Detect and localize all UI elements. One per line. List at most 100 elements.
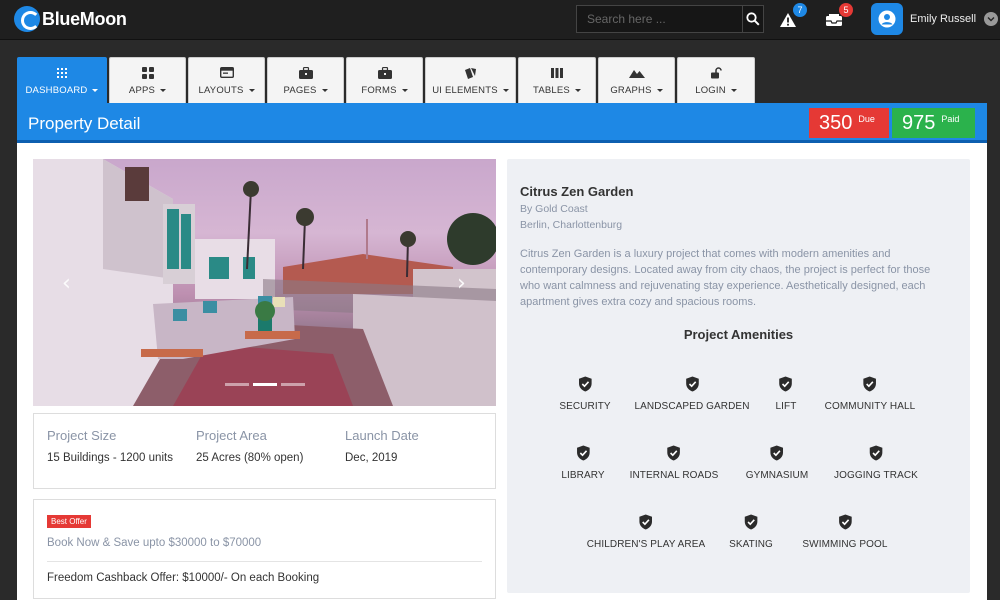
shield-icon [578, 376, 592, 392]
amenity-jogging-track: JOGGING TRACK [834, 445, 918, 481]
tab-layouts[interactable]: LAYOUTS [188, 57, 265, 103]
shield-icon [779, 376, 793, 392]
tab-label: PAGES [283, 84, 317, 96]
tab-label: LAYOUTS [198, 84, 244, 96]
tab-login[interactable]: LOGIN [677, 57, 755, 103]
page-header: Property Detail 350 Due 975 Paid [17, 103, 987, 143]
amenity-label: LIBRARY [561, 470, 605, 481]
divider [47, 561, 482, 562]
fact-value: 25 Acres (80% open) [196, 452, 304, 464]
tab-ui-elements[interactable]: UI ELEMENTS [425, 57, 516, 103]
grid-icon [57, 66, 67, 80]
paid-value: 975 [902, 112, 936, 134]
alerts-button[interactable]: 7 [777, 3, 807, 31]
paid-stat: 975 Paid [892, 108, 975, 138]
shield-icon [639, 514, 653, 530]
mountain-icon [628, 66, 645, 80]
amenity-library: LIBRARY [561, 445, 605, 481]
shield-icon [869, 445, 883, 461]
amenity-label: SKATING [729, 539, 773, 550]
top-bar: BlueMoon 7 5 Emily Russell [0, 0, 1000, 40]
brand-name: BlueMoon [42, 8, 127, 29]
caret-down-icon [92, 88, 99, 92]
property-photo [33, 159, 496, 406]
amenity-label: INTERNAL ROADS [629, 470, 719, 481]
shapes-icon [464, 66, 478, 80]
due-label: Due [858, 114, 875, 124]
fact-project-size: Project Size 15 Buildings - 1200 units [47, 428, 173, 464]
tab-graphs[interactable]: GRAPHS [598, 57, 675, 103]
due-stat: 350 Due [809, 108, 889, 138]
messages-count-badge: 5 [839, 3, 853, 17]
amenity-label: CHILDREN'S PLAY AREA [586, 539, 706, 550]
carousel-prev-icon[interactable]: ‹ [62, 271, 71, 296]
amenity-label: JOGGING TRACK [834, 470, 918, 481]
amenities-title: Project Amenities [683, 327, 794, 342]
shield-icon [770, 445, 784, 461]
caret-down-icon [656, 88, 663, 92]
amenity-skating: SKATING [729, 514, 773, 550]
carousel-indicator[interactable] [281, 383, 305, 386]
content-panel: ‹ › Project Size 15 Buildings - 1200 uni… [17, 143, 987, 600]
fact-project-area: Project Area 25 Acres (80% open) [196, 428, 303, 464]
search-icon [746, 12, 760, 26]
tab-pages[interactable]: PAGES [267, 57, 344, 103]
briefcase-icon [377, 66, 392, 80]
project-facts: Project Size 15 Buildings - 1200 units P… [33, 413, 496, 489]
amenity-security: SECURITY [559, 376, 611, 412]
search-button[interactable] [742, 6, 763, 32]
property-name: Citrus Zen Garden [520, 184, 634, 199]
amenity-internal-roads: INTERNAL ROADS [630, 445, 719, 481]
fact-value: Dec, 2019 [345, 452, 398, 464]
amenity-label: LIFT [775, 401, 797, 412]
search-input[interactable] [577, 6, 742, 32]
apps-icon [141, 66, 154, 80]
carousel-indicators [225, 383, 309, 386]
due-value: 350 [819, 112, 853, 134]
chevron-down-icon[interactable] [984, 12, 999, 26]
shield-icon [667, 445, 681, 461]
carousel-indicator[interactable] [225, 383, 249, 386]
amenity-gymnasium: GYMNASIUM [746, 445, 809, 481]
search-box [576, 5, 764, 33]
user-name: Emily Russell [910, 13, 977, 25]
fact-label: Project Area [196, 428, 267, 443]
carousel-indicator-active[interactable] [253, 383, 277, 386]
tab-tables[interactable]: TABLES [518, 57, 596, 103]
messages-button[interactable]: 5 [823, 3, 853, 31]
property-detail-card: Citrus Zen Garden By Gold Coast Berlin, … [507, 159, 970, 593]
tab-label: GRAPHS [610, 84, 652, 96]
offer-card: Best Offer Book Now & Save upto $30000 t… [33, 499, 496, 599]
avatar [871, 3, 903, 35]
fact-launch-date: Launch Date Dec, 2019 [345, 428, 419, 464]
tab-dashboard[interactable]: DASHBOARD [17, 57, 107, 103]
property-image-carousel[interactable]: ‹ › [33, 159, 496, 406]
tab-label: DASHBOARD [25, 84, 88, 96]
amenity-landscaped-garden: LANDSCAPED GARDEN [634, 376, 749, 412]
shield-icon [576, 445, 590, 461]
tab-label: APPS [128, 84, 156, 96]
amenity-lift: LIFT [776, 376, 797, 412]
tab-apps[interactable]: APPS [109, 57, 186, 103]
amenity-community-hall: COMMUNITY HALL [825, 376, 916, 412]
tab-label: TABLES [533, 84, 570, 96]
brand-logo[interactable]: BlueMoon [14, 6, 127, 32]
moon-logo-icon [14, 6, 40, 32]
carousel-next-icon[interactable]: › [457, 271, 466, 296]
briefcase-icon [298, 66, 313, 80]
caret-down-icon [574, 88, 581, 92]
amenity-label: COMMUNITY HALL [824, 401, 916, 412]
main-nav: DASHBOARD APPS LAYOUTS PAGES FORMS UI EL… [17, 57, 757, 103]
amenity-swimming-pool: SWIMMING POOL [802, 514, 888, 550]
tab-forms[interactable]: FORMS [346, 57, 423, 103]
amenity-label: SWIMMING POOL [802, 539, 888, 550]
property-location: Berlin, Charlottenburg [520, 219, 623, 231]
tab-label: UI ELEMENTS [432, 84, 498, 96]
tab-label: FORMS [361, 84, 397, 96]
caret-down-icon [160, 88, 167, 92]
user-menu[interactable]: Emily Russell [871, 3, 999, 35]
caret-down-icon [401, 88, 408, 92]
columns-icon [551, 66, 563, 80]
fact-label: Launch Date [345, 428, 419, 443]
property-builder: By Gold Coast [520, 203, 588, 215]
